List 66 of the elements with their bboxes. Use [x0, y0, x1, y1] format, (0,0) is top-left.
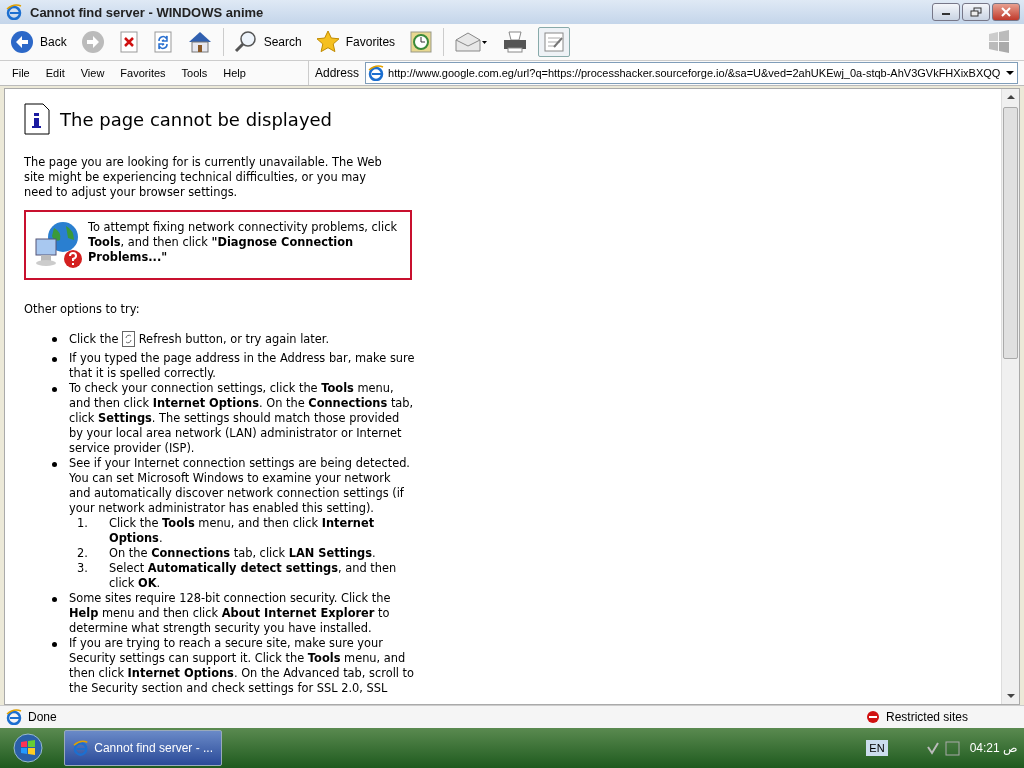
step-text: On the Connections tab, click LAN Settings.	[109, 546, 377, 561]
list-item-text: If you typed the page address in the Address bar, make sure that it is spelled correctly.	[69, 351, 415, 381]
notepad-icon	[542, 30, 567, 54]
step-number: 2.	[77, 546, 89, 561]
refresh-icon	[122, 331, 136, 347]
step-number: 1.	[77, 516, 89, 532]
printer-icon	[502, 30, 529, 54]
menu-item[interactable]: Favorites	[112, 67, 174, 79]
search-icon	[233, 30, 258, 54]
search-button[interactable]: Search	[229, 27, 306, 57]
browser-icon	[6, 4, 22, 20]
list-item-text: Click the Refresh button, or try again later.	[69, 331, 331, 347]
page-heading: The page cannot be displayed	[60, 108, 333, 130]
language-indicator[interactable]: EN	[866, 740, 888, 756]
clock: 04:21 ص	[969, 741, 1018, 755]
browser-icon	[73, 740, 89, 756]
windows-logo-icon	[986, 29, 1012, 55]
page-icon	[6, 709, 22, 725]
star-icon	[315, 30, 340, 54]
intro-paragraph: The page you are looking for is currently unavailable. The Web site might be experiencing technical difficulties, or you may need to adjust your browser settings.	[24, 155, 383, 200]
tip-text: To attempt fixing network connectivity problems, click Tools, and then click "Diagnose Connection Problems..."	[88, 220, 399, 266]
vertical-scrollbar[interactable]	[1001, 89, 1019, 704]
maximize-button[interactable]	[962, 3, 990, 21]
dropdown-arrow-icon	[1005, 68, 1015, 78]
edit-button[interactable]	[538, 27, 571, 57]
network-globe-icon	[32, 220, 84, 270]
minimize-button[interactable]	[932, 3, 960, 21]
taskbar-button[interactable]: Cannot find server - ...	[64, 730, 222, 766]
bullet-icon	[52, 337, 57, 342]
address-field[interactable]: http://www.google.com.eg/url?q=https://processhacker.sourceforge.io/&sa=U&ved=2ahUKEwj_0a-stqb-AhV3GVkFHXixBXQQ	[365, 62, 1018, 84]
bullet-icon	[52, 387, 57, 392]
list-item-text: If you are trying to reach a secure site, make sure your Security settings can support it. Click the Tools menu, and then click Internet Options. On the Advanced tab, scroll to the Security section and check settings for SSL 2.0, SSL	[69, 636, 415, 696]
step-text: Click the Tools menu, and then click Internet Options.	[109, 516, 376, 546]
mail-icon	[454, 30, 489, 54]
bullet-icon	[52, 462, 57, 467]
bullet-icon	[52, 597, 57, 602]
list-item-text: To check your connection settings, click the Tools menu, and then click Internet Options. On the Connections tab, click Settings. The settings should match those provided by your local area network (LAN) administrator or Internet service provider (ISP).	[69, 381, 415, 456]
bullet-icon	[52, 357, 57, 362]
menu-item[interactable]: Help	[215, 67, 254, 79]
restricted-icon	[865, 710, 880, 724]
page-icon	[368, 65, 385, 81]
menu-item[interactable]: Tools	[173, 67, 216, 79]
menu-item[interactable]: File	[4, 67, 38, 79]
history-icon	[409, 30, 434, 54]
close-icon	[1000, 7, 1012, 17]
list-item-text: See if your Internet connection settings are being detected. You can set Microsoft Windows to examine your network and automatically discover network connection settings (if your network administrator has enabled this setting).	[69, 456, 411, 516]
window-title: Cannot find server - WINDOWS anime	[30, 4, 265, 20]
tray-icons-drawing	[925, 739, 962, 757]
refresh-icon	[152, 31, 173, 53]
menu-item[interactable]: Edit	[37, 67, 73, 79]
list-item-text: Some sites require 128-bit connection security. Click the Help menu and then click About Internet Explorer to determine what strength security you have installed.	[69, 591, 392, 636]
step-number: 3.	[77, 561, 89, 577]
step-text: Select Automatically detect settings, and then click OK.	[109, 561, 398, 591]
info-page-icon	[24, 103, 50, 135]
address-label: Address	[315, 66, 360, 80]
bullet-icon	[52, 642, 57, 647]
menu-item[interactable]: View	[72, 67, 113, 79]
windows-logo-icon	[13, 733, 43, 763]
restore-icon	[970, 7, 982, 17]
status-text: Done	[28, 710, 57, 724]
options-heading: Other options to try:	[24, 302, 141, 317]
favorites-button[interactable]: Favorites	[311, 27, 400, 57]
security-zone: Restricted sites	[885, 710, 968, 724]
back-button[interactable]: Back	[6, 27, 71, 57]
close-button[interactable]	[992, 3, 1020, 21]
stop-icon	[118, 31, 139, 53]
